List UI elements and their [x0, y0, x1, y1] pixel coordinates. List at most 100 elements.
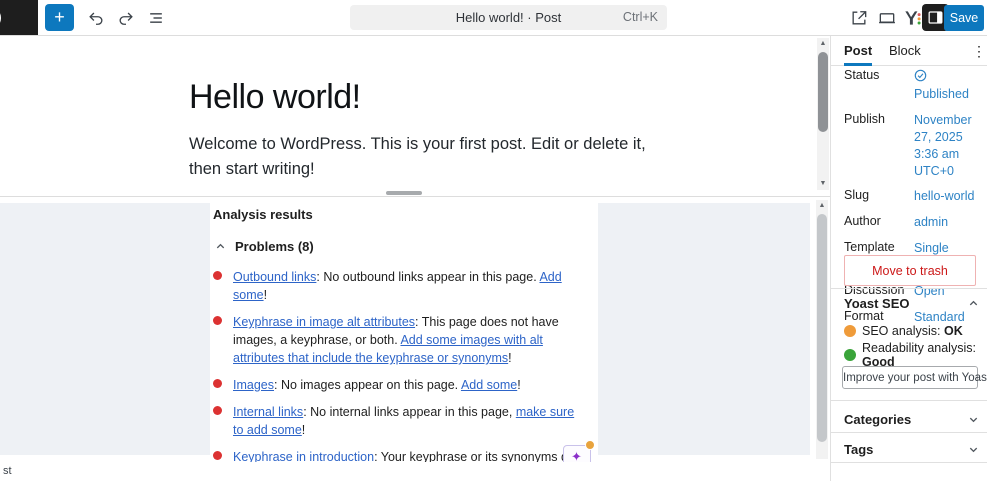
summary-row-label: Publish: [844, 111, 885, 126]
scroll-up-icon[interactable]: ▲: [817, 38, 829, 50]
analysis-problem-item: Keyphrase in image alt attributes: This …: [213, 313, 588, 367]
problem-bullet-icon: [213, 271, 222, 280]
command-shortcut: Ctrl+K: [622, 10, 658, 24]
chevron-down-icon: [968, 414, 979, 425]
wordpress-logo-button[interactable]: [0, 0, 38, 35]
metabox-left-panel: [0, 203, 210, 455]
tab-post[interactable]: Post: [844, 36, 873, 66]
plus-icon: +: [54, 7, 65, 27]
wordpress-logo-icon: [0, 6, 1, 30]
yoast-ai-optimize-button[interactable]: ✦: [563, 440, 595, 462]
yoast-seo-header-label: Yoast SEO: [844, 296, 910, 311]
move-to-trash-button[interactable]: Move to trash: [844, 255, 976, 286]
browser-status-text: st: [3, 465, 12, 477]
improve-post-button[interactable]: Improve your post with Yoast SEO: [842, 366, 987, 389]
editor-scrollbar[interactable]: ▲ ▼: [817, 38, 829, 190]
document-overview-icon[interactable]: [146, 8, 166, 28]
settings-sidebar: Post Block ⋮ Status Published Publish Novem…: [830, 36, 987, 481]
analysis-link[interactable]: Add some: [461, 378, 517, 392]
preview-desktop-icon[interactable]: [877, 8, 897, 28]
summary-row-value[interactable]: November 27, 2025 3:36 am UTC+0: [914, 112, 979, 180]
sidebar-tabs: Post Block ⋮: [831, 36, 987, 66]
summary-row-status: Status Published: [844, 68, 979, 103]
summary-row-label: Author: [844, 214, 881, 229]
analysis-text: : No images appear on this page.: [274, 378, 461, 392]
summary-row-value[interactable]: admin: [914, 214, 979, 231]
yoast-seo-panel-header[interactable]: Yoast SEO: [844, 296, 979, 311]
readability-score-green-icon: [844, 349, 856, 361]
metabox-resize-handle[interactable]: [386, 191, 422, 195]
post-title[interactable]: Hello world!: [189, 78, 361, 117]
summary-row-slug: Slug hello-world: [844, 188, 979, 205]
redo-icon[interactable]: [116, 8, 136, 28]
scroll-down-icon[interactable]: ▼: [817, 178, 829, 190]
summary-row-label: Status: [844, 68, 880, 82]
problem-bullet-icon: [213, 406, 222, 415]
analysis-link[interactable]: Images: [233, 378, 274, 392]
divider: [831, 432, 987, 433]
analysis-link[interactable]: Internal links: [233, 405, 303, 419]
seo-score-orange-icon: [844, 325, 856, 337]
summary-row-author: Author admin: [844, 214, 979, 231]
panel-label: Categories: [844, 411, 912, 427]
problem-bullet-icon: [213, 379, 222, 388]
summary-row-publish: Publish November 27, 2025 3:36 am UTC+0: [844, 112, 979, 180]
analysis-text: !: [301, 423, 306, 437]
divider: [831, 288, 987, 289]
summary-row-label: Slug: [844, 188, 870, 203]
problems-list: Outbound links: No outbound links appear…: [213, 268, 595, 462]
panel-label: Tags: [844, 441, 874, 457]
divider: [831, 400, 987, 401]
summary-row-value[interactable]: hello-world: [914, 188, 979, 205]
scrollbar-thumb[interactable]: [817, 214, 827, 442]
chevron-down-icon: [968, 444, 979, 455]
yoast-seo-icon[interactable]: [902, 8, 924, 28]
problems-header-label: Problems (8): [235, 239, 314, 254]
yoast-analysis-results: Analysis results Problems (8) Outbound l…: [213, 205, 595, 462]
metabox-scrollbar[interactable]: ▲: [816, 200, 828, 459]
analysis-text: !: [517, 378, 521, 392]
analysis-problem-item: Outbound links: No outbound links appear…: [213, 268, 588, 304]
block-inserter-button[interactable]: +: [45, 4, 74, 31]
post-summary-rows: Status Published Publish November 27, 2025 …: [844, 68, 979, 335]
analysis-link[interactable]: Outbound links: [233, 270, 316, 284]
analysis-text: !: [263, 288, 268, 302]
problems-collapse-header[interactable]: Problems (8): [215, 239, 593, 254]
analysis-link[interactable]: Keyphrase in introduction: [233, 450, 374, 462]
problem-bullet-icon: [213, 451, 222, 460]
problem-bullet-icon: [213, 316, 222, 325]
scrollbar-thumb[interactable]: [818, 52, 828, 132]
sidebar-options-kebab-icon[interactable]: ⋮: [972, 43, 986, 60]
metabox-right-panel: [598, 203, 810, 455]
sparkle-icon: ✦: [571, 449, 582, 462]
chevron-up-icon: [215, 241, 226, 252]
analysis-link[interactable]: Keyphrase in image alt attributes: [233, 315, 415, 329]
summary-value-text: Published: [914, 87, 969, 101]
view-post-external-link-icon[interactable]: [849, 8, 869, 28]
seo-analysis-value: OK: [944, 324, 963, 338]
document-title: Hello world! · Post: [455, 10, 562, 25]
seo-analysis-label: SEO analysis:: [862, 324, 941, 338]
analysis-text: : No outbound links appear in this page.: [316, 270, 540, 284]
scroll-up-icon[interactable]: ▲: [816, 200, 828, 212]
post-paragraph[interactable]: Welcome to WordPress. This is your first…: [189, 132, 671, 182]
seo-analysis-row: SEO analysis: OK: [844, 324, 981, 338]
summary-row-value[interactable]: Published: [914, 68, 979, 103]
command-center-bar[interactable]: Hello world! · Post Ctrl+K: [350, 5, 667, 30]
analysis-problem-item: Keyphrase in introduction: Your keyphras…: [213, 440, 595, 462]
save-button[interactable]: Save: [944, 5, 984, 31]
analysis-problem-item: Internal links: No internal links appear…: [213, 403, 588, 439]
summary-value-text: admin: [914, 215, 949, 230]
tab-block[interactable]: Block: [889, 36, 921, 66]
editor-topbar: + Hello world! · Post Ctrl+K Save: [0, 0, 987, 36]
summary-value-text: November 27, 2025 3:36 am UTC+0: [914, 112, 972, 178]
notification-badge: [585, 440, 595, 450]
panel-tags[interactable]: Tags: [844, 438, 979, 460]
panel-categories[interactable]: Categories: [844, 408, 979, 430]
readability-analysis-row: Readability analysis: Good: [844, 341, 981, 369]
check-circle-icon: [914, 69, 927, 82]
undo-icon[interactable]: [86, 8, 106, 28]
analysis-text: : No internal links appear in this page,: [303, 405, 516, 419]
summary-value-text: hello-world: [914, 189, 975, 204]
sidebar-panel-icon: [928, 11, 943, 24]
